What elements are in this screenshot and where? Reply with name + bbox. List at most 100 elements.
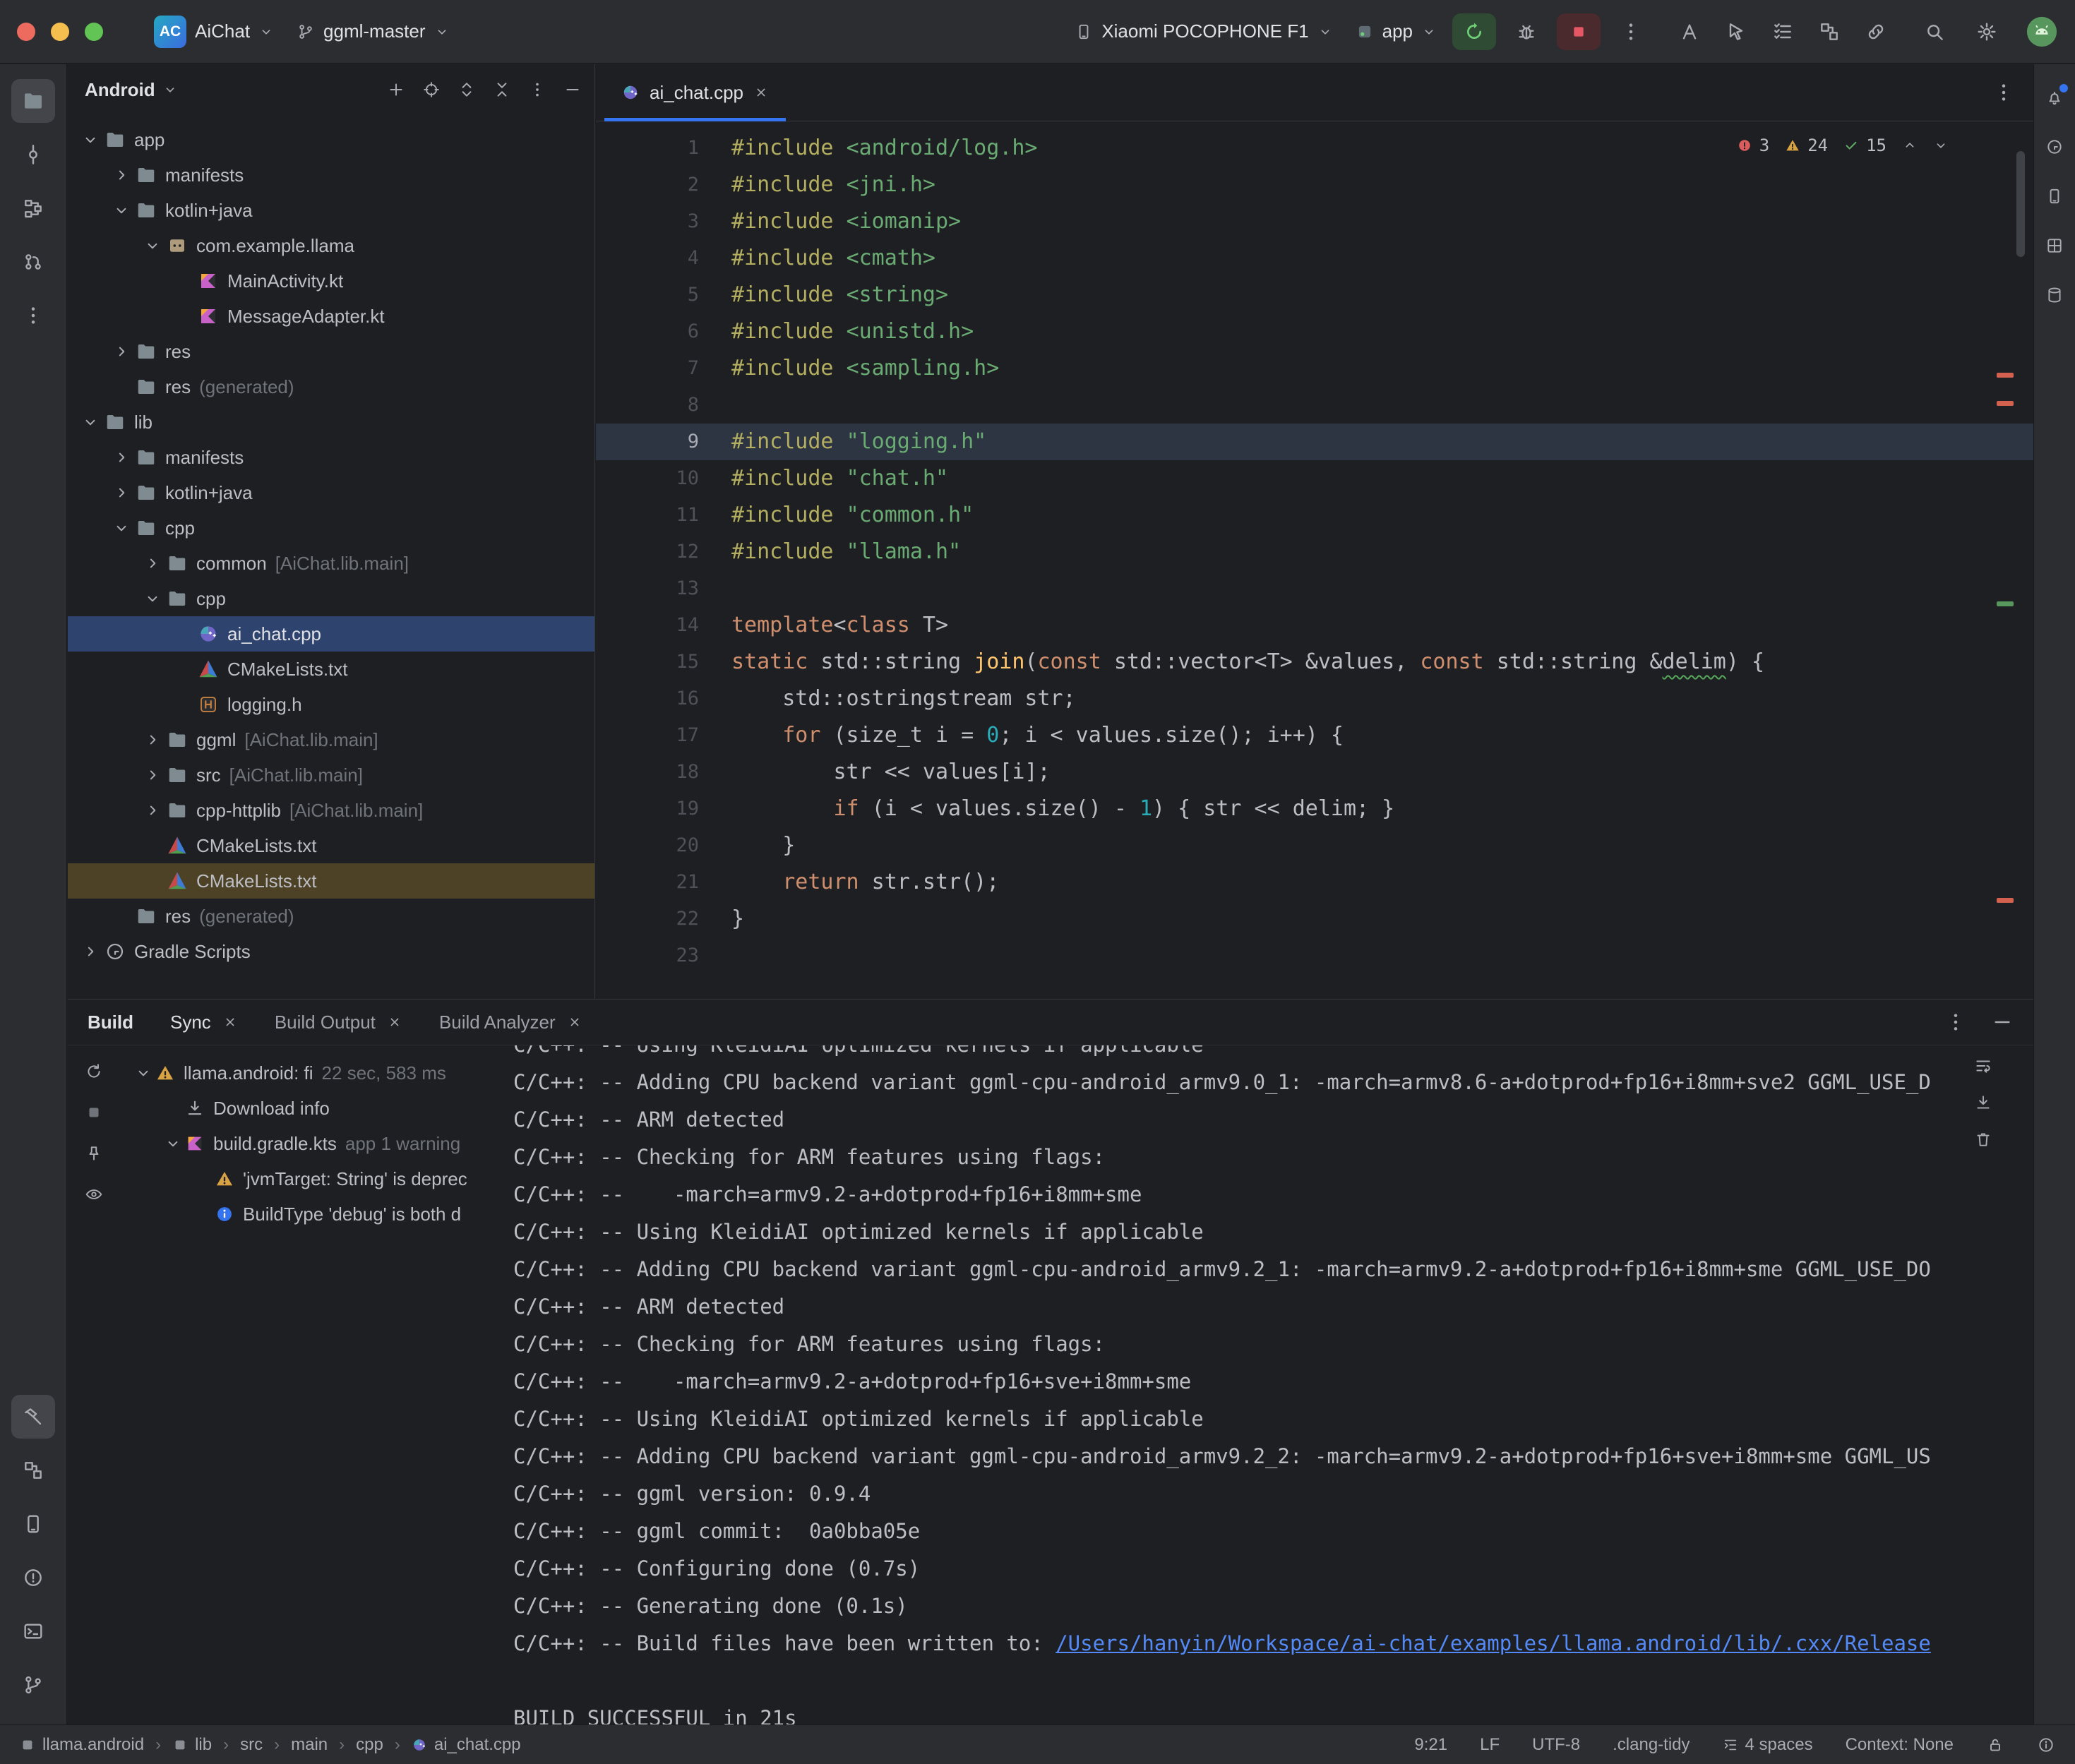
profile-avatar[interactable] [2026,16,2058,48]
info-icon[interactable] [2037,1736,2055,1754]
collapse-all-icon[interactable] [493,80,511,99]
tree-item-common[interactable]: common[AiChat.lib.main] [68,546,594,581]
tree-item-res[interactable]: res(generated) [68,369,594,404]
previous-problem-icon[interactable] [1902,138,1918,153]
tool-strip-problems[interactable] [11,1556,55,1600]
code-line-5[interactable]: 5#include <string> [596,277,2033,313]
editor-scrollbar[interactable] [2016,151,2025,257]
editor-tab-ai-chat-cpp[interactable]: ai_chat.cpp [604,64,786,121]
more-options-icon[interactable] [528,80,546,99]
chevron-right-icon[interactable] [109,166,134,184]
minimize-window-button[interactable] [51,23,69,41]
tree-item-cmakelists-txt[interactable]: CMakeLists.txt [68,828,594,863]
chevron-right-icon[interactable] [109,448,134,467]
ruler-change-mark[interactable] [1997,601,2014,606]
tree-item-logging-h[interactable]: logging.h [68,687,594,722]
code-line-3[interactable]: 3#include <iomanip> [596,203,2033,240]
breadcrumb-llama-android[interactable]: llama.android [20,1735,144,1755]
toolbar-plugins-icon[interactable] [1818,20,1841,43]
tree-item-mainactivity-kt[interactable]: MainActivity.kt [68,263,594,299]
code-line-2[interactable]: 2#include <jni.h> [596,167,2033,203]
code-line-14[interactable]: 14template<class T> [596,607,2033,644]
ruler-error-mark[interactable] [1997,401,2014,406]
stop-icon[interactable] [85,1103,103,1122]
tab-options-icon[interactable] [1992,81,2015,104]
tree-item-kotlin-java[interactable]: kotlin+java [68,475,594,510]
debug-button[interactable] [1505,13,1548,50]
soft-wrap-icon[interactable] [1974,1057,1992,1075]
code-line-7[interactable]: 7#include <sampling.h> [596,350,2033,387]
stop-button[interactable] [1557,13,1601,50]
pin-icon[interactable] [85,1144,103,1163]
device-selector[interactable]: Xiaomi POCOPHONE F1 [1063,10,1344,54]
tool-strip-project[interactable] [11,79,55,123]
close-icon[interactable] [222,1014,238,1030]
tree-item-ai-chat-cpp[interactable]: ai_chat.cpp [68,616,594,652]
encoding-widget[interactable]: UTF-8 [1532,1735,1580,1755]
code-line-10[interactable]: 10#include "chat.h" [596,460,2033,497]
tree-item-cpp-httplib[interactable]: cpp-httplib[AiChat.lib.main] [68,793,594,828]
chevron-down-icon[interactable] [140,589,165,608]
chevron-down-icon[interactable] [161,1134,185,1153]
ruler-error-mark[interactable] [1997,373,2014,378]
indent-widget[interactable]: 4 spaces [1723,1735,1813,1755]
tree-item-res[interactable]: res(generated) [68,899,594,934]
tree-item-cpp[interactable]: cpp [68,581,594,616]
breadcrumb-main[interactable]: main [291,1735,328,1755]
code-editor[interactable]: 1#include <android/log.h>2#include <jni.… [596,121,2033,999]
code-line-9[interactable]: 9#include "logging.h" [596,424,2033,460]
tool-strip-pull-requests[interactable] [11,240,55,284]
tree-item-res[interactable]: res [68,334,594,369]
code-line-6[interactable]: 6#include <unistd.h> [596,313,2033,350]
inspections-widget[interactable]: 3 24 15 [1728,133,1957,158]
close-icon[interactable] [567,1014,582,1030]
settings-button[interactable] [1965,13,2009,50]
project-selector[interactable]: AC AiChat [143,10,285,54]
toolbar-link-icon[interactable] [1865,20,1887,43]
code-line-17[interactable]: 17 for (size_t i = 0; i < values.size();… [596,717,2033,754]
tool-strip-more-tool-windows[interactable] [11,294,55,337]
chevron-down-icon[interactable] [109,201,134,220]
context-widget[interactable]: Context: None [1846,1735,1954,1755]
breadcrumb-cpp[interactable]: cpp [356,1735,383,1755]
expand-all-icon[interactable] [458,80,476,99]
chevron-right-icon[interactable] [140,554,165,572]
toolbar-pointer-icon[interactable] [1725,20,1747,43]
tree-item-gradle-scripts[interactable]: Gradle Scripts [68,934,594,969]
tool-strip-commit[interactable] [11,133,55,176]
code-line-13[interactable]: 13 [596,570,2033,607]
filter-icon[interactable] [85,1185,103,1204]
tree-item-manifests[interactable]: manifests [68,157,594,193]
chevron-down-icon[interactable] [78,131,103,149]
tree-item-messageadapter-kt[interactable]: MessageAdapter.kt [68,299,594,334]
lock-icon[interactable] [1986,1736,2004,1754]
build-tree-item-build-gradle-kts[interactable]: build.gradle.ktsapp 1 warning [120,1126,505,1161]
build-tree-item-download-info[interactable]: Download info [120,1091,505,1126]
chevron-right-icon[interactable] [109,342,134,361]
build-tree-item-llama-android-fi[interactable]: llama.android: fi22 sec, 583 ms [120,1055,505,1091]
tree-item-cmakelists-txt[interactable]: CMakeLists.txt [68,652,594,687]
tree-item-ggml[interactable]: ggml[AiChat.lib.main] [68,722,594,757]
code-line-4[interactable]: 4#include <cmath> [596,240,2033,277]
caret-position-widget[interactable]: 9:21 [1414,1735,1447,1755]
console-link[interactable]: /Users/hanyin/Workspace/ai-chat/examples… [1056,1631,1931,1655]
tool-strip-structure[interactable] [11,186,55,230]
clear-all-icon[interactable] [1974,1130,1992,1148]
tree-item-manifests[interactable]: manifests [68,440,594,475]
tab-sync[interactable]: Sync [170,1012,238,1033]
tool-strip-dependencies[interactable] [11,1448,55,1492]
tree-item-cpp[interactable]: cpp [68,510,594,546]
hide-panel-icon[interactable] [563,80,582,99]
code-line-18[interactable]: 18 str << values[i]; [596,754,2033,791]
project-view-selector[interactable]: Android [85,79,155,101]
clang-tidy-widget[interactable]: .clang-tidy [1613,1735,1690,1755]
chevron-right-icon[interactable] [140,801,165,820]
tab-build-output[interactable]: Build Output [275,1012,402,1033]
tree-item-app[interactable]: app [68,122,594,157]
tool-strip-device-explorer[interactable] [11,1502,55,1546]
breadcrumb-ai-chat-cpp[interactable]: ai_chat.cpp [412,1735,521,1755]
code-line-22[interactable]: 22} [596,901,2033,937]
locate-file-icon[interactable] [422,80,441,99]
chevron-down-icon[interactable] [131,1064,155,1082]
more-vertical-icon[interactable] [1944,1011,1967,1033]
